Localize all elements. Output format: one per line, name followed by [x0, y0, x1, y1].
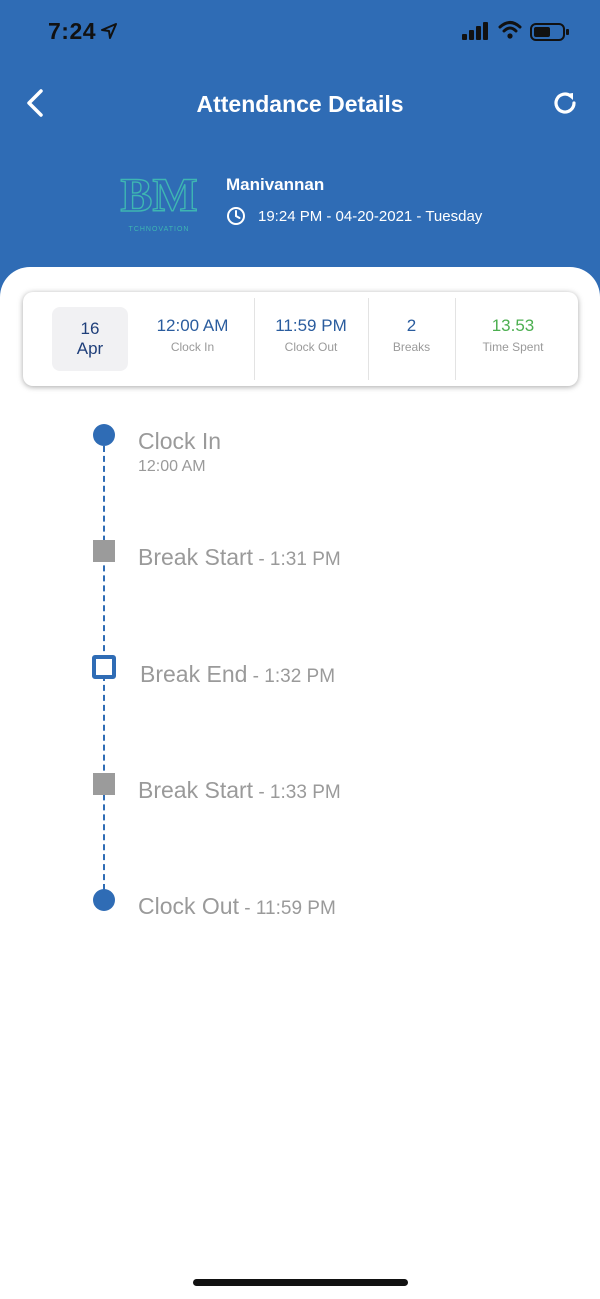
- timeline-event-title: Break End: [140, 661, 248, 687]
- break-start-marker-icon: [93, 540, 115, 562]
- time-spent-value: 13.53: [491, 316, 535, 335]
- home-indicator[interactable]: [193, 1279, 408, 1286]
- timeline-event: Break End - 1:32 PM: [140, 661, 335, 688]
- stat-breaks: 2 Breaks: [368, 292, 455, 386]
- timeline-event-title: Break Start: [138, 777, 254, 803]
- current-datetime: 19:24 PM - 04-20-2021 - Tuesday: [258, 208, 483, 225]
- timeline-event: Clock Out - 11:59 PM: [138, 893, 336, 920]
- svg-text:TCHNOVATION: TCHNOVATION: [129, 226, 190, 233]
- timeline-event-time: - 1:31 PM: [253, 549, 341, 570]
- date-month: Apr: [76, 339, 104, 358]
- location-arrow-icon: [101, 23, 117, 44]
- date-box: 16 Apr: [52, 307, 128, 371]
- timeline-event-time: - 1:33 PM: [253, 782, 341, 803]
- user-name: Manivannan: [226, 175, 325, 194]
- timeline-event-title: Break Start: [138, 544, 254, 570]
- timeline-event: Break Start - 1:31 PM: [138, 544, 341, 571]
- stat-clock-in: 12:00 AM Clock In: [135, 292, 250, 386]
- svg-text:BM: BM: [120, 169, 197, 222]
- company-logo: BM TCHNOVATION: [116, 165, 202, 233]
- page-title: Attendance Details: [196, 91, 404, 117]
- summary-card: 16 Apr 12:00 AM Clock In 11:59 PM Clock …: [23, 292, 578, 386]
- timeline-event: Break Start - 1:33 PM: [138, 777, 341, 804]
- refresh-button[interactable]: [548, 88, 582, 122]
- time-spent-label: Time Spent: [482, 340, 544, 354]
- refresh-icon: [551, 89, 579, 122]
- clock-out-label: Clock Out: [284, 340, 338, 354]
- break-start-marker-icon: [93, 773, 115, 795]
- clock-in-label: Clock In: [170, 340, 215, 354]
- status-bar: 7:24: [0, 0, 600, 64]
- stat-time-spent: 13.53 Time Spent: [455, 292, 571, 386]
- clock-in-marker-icon: [93, 424, 115, 446]
- clock-icon: [226, 206, 246, 231]
- clock-out-marker-icon: [93, 889, 115, 911]
- stat-clock-out: 11:59 PM Clock Out: [254, 292, 368, 386]
- timeline-event-title: Clock In: [138, 428, 222, 454]
- timeline-event-time: - 1:32 PM: [247, 666, 336, 687]
- timeline-event-title: Clock Out: [138, 893, 239, 919]
- timeline-event-time: - 11:59 PM: [238, 898, 336, 919]
- breaks-value: 2: [406, 316, 417, 335]
- clock-out-value: 11:59 PM: [275, 316, 347, 335]
- timeline-event-subtitle: 12:00 AM: [138, 458, 206, 475]
- breaks-label: Breaks: [392, 340, 431, 354]
- clock-in-value: 12:00 AM: [156, 316, 229, 335]
- wifi-icon: [498, 20, 522, 45]
- cellular-signal-icon: [462, 22, 490, 45]
- profile-section: BM TCHNOVATION Manivannan 19:24 PM - 04-…: [0, 160, 600, 240]
- break-end-marker-icon: [92, 655, 116, 679]
- date-day: 16: [80, 319, 100, 338]
- nav-bar: Attendance Details: [0, 80, 600, 130]
- battery-icon: [530, 22, 570, 47]
- status-time: 7:24: [48, 18, 97, 44]
